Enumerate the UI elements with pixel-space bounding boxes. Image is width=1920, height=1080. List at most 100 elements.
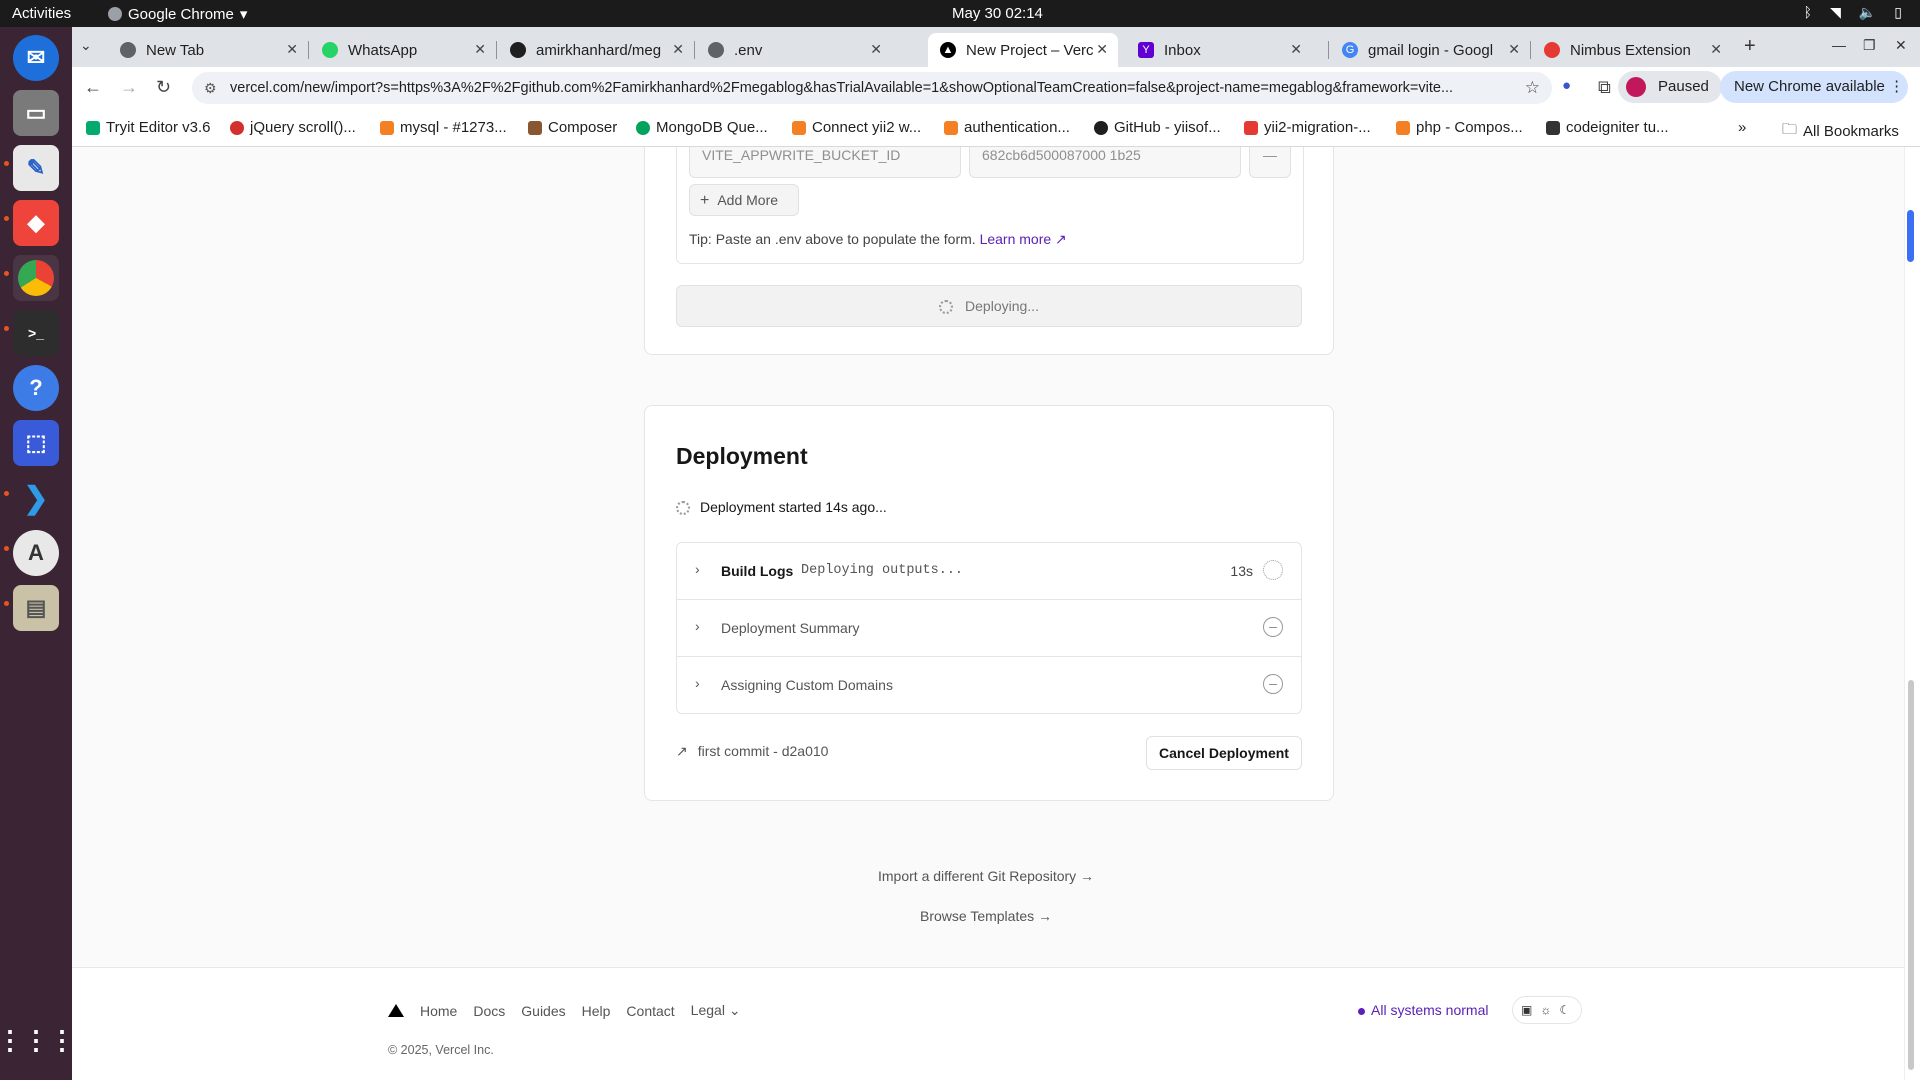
step-log: Deploying outputs... <box>801 563 964 578</box>
reload-icon[interactable]: ↻ <box>156 77 171 98</box>
more-icon: ⋮ <box>1889 78 1905 95</box>
tab-nimbus[interactable]: Nimbus Extension ✕ <box>1532 33 1732 67</box>
bookmark-item[interactable]: codeigniter tu... <box>1546 119 1669 136</box>
pending-icon: – <box>1263 674 1283 694</box>
show-apps-icon[interactable]: ⋮⋮⋮ <box>0 1017 75 1063</box>
new-chrome-available-button[interactable]: New Chrome available ⋮ <box>1720 71 1908 103</box>
commit-link[interactable]: ↗ first commit - d2a010 <box>676 743 828 760</box>
anydesk-icon[interactable]: ◆ <box>13 200 59 246</box>
tab-env[interactable]: .env ✕ <box>696 33 892 67</box>
learn-more-link[interactable]: Learn more ↗ <box>980 231 1067 247</box>
system-status-link[interactable]: All systems normal <box>1358 1002 1488 1018</box>
back-icon[interactable]: ← <box>84 77 102 98</box>
forward-icon[interactable]: → <box>120 77 138 98</box>
close-tab-icon[interactable]: ✕ <box>1710 41 1722 58</box>
step-deployment-summary[interactable]: › Deployment Summary – <box>677 600 1301 657</box>
close-window-icon[interactable]: ✕ <box>1895 37 1907 54</box>
status-dot-icon <box>1358 1007 1365 1015</box>
maximize-icon[interactable]: ❐ <box>1863 37 1876 54</box>
extensions-puzzle-icon[interactable]: ⧉ <box>1598 77 1611 98</box>
env-value-input[interactable]: 682cb6d500087000 1b25 <box>969 147 1241 178</box>
bookmark-item[interactable]: yii2-migration-... <box>1244 119 1371 136</box>
minimize-icon[interactable]: — <box>1832 37 1846 53</box>
bookmark-item[interactable]: php - Compos... <box>1396 119 1523 136</box>
bluetooth-icon: ᛒ <box>1803 4 1813 20</box>
close-tab-icon[interactable]: ✕ <box>1508 41 1520 58</box>
scrollbar-thumb[interactable] <box>1908 680 1914 1070</box>
archive-icon[interactable]: ▤ <box>13 585 59 631</box>
tab-search-icon[interactable]: ⌄ <box>80 37 92 54</box>
theme-switcher[interactable]: ▣ ☼ ☾ <box>1512 996 1582 1024</box>
bookmark-item[interactable]: Connect yii2 w... <box>792 119 921 136</box>
footer-link-help[interactable]: Help <box>582 1003 611 1019</box>
bookmark-star-icon[interactable]: ☆ <box>1525 72 1540 104</box>
browse-templates-link[interactable]: Browse Templates → <box>920 908 1052 924</box>
extension-icon[interactable]: ● <box>1562 77 1571 94</box>
system-theme-icon[interactable]: ▣ <box>1521 1003 1532 1017</box>
remove-env-button[interactable]: — <box>1249 147 1291 178</box>
all-bookmarks-button[interactable]: 🗀 All Bookmarks <box>1782 119 1899 144</box>
light-theme-icon[interactable]: ☼ <box>1540 1003 1551 1017</box>
bookmark-item[interactable]: mysql - #1273... <box>380 119 507 136</box>
bookmark-item[interactable]: Tryit Editor v3.6 <box>86 119 210 136</box>
tab-github[interactable]: amirkhanhard/meg ✕ <box>498 33 694 67</box>
chrome-dock-icon[interactable] <box>13 255 59 301</box>
close-tab-icon[interactable]: ✕ <box>1096 41 1108 58</box>
vscode-icon[interactable]: ❯ <box>13 475 59 521</box>
text-editor-icon[interactable]: ✎ <box>13 145 59 191</box>
import-different-repo-link[interactable]: Import a different Git Repository → <box>878 868 1094 884</box>
close-tab-icon[interactable]: ✕ <box>474 41 486 58</box>
dark-theme-icon[interactable]: ☾ <box>1559 1003 1570 1017</box>
step-name: Build Logs <box>721 563 794 579</box>
bookmark-item[interactable]: GitHub - yiisof... <box>1094 119 1221 136</box>
thunderbird-icon[interactable]: ✉ <box>13 35 59 81</box>
app-menu[interactable]: Google Chrome ▾ <box>108 5 247 23</box>
env-key-input[interactable]: VITE_APPWRITE_BUCKET_ID <box>689 147 961 178</box>
plus-icon: + <box>700 192 710 209</box>
chevron-right-icon: › <box>695 675 700 691</box>
files-icon[interactable]: ▭ <box>13 90 59 136</box>
tab-vercel-active[interactable]: ▲ New Project – Verc ✕ <box>928 33 1118 67</box>
clock[interactable]: May 30 02:14 <box>952 5 1043 22</box>
bookmark-item[interactable]: Composer <box>528 119 617 136</box>
vercel-logo-icon[interactable] <box>388 1004 404 1017</box>
close-tab-icon[interactable]: ✕ <box>1290 41 1302 58</box>
bookmark-item[interactable]: jQuery scroll()... <box>230 119 356 136</box>
footer-link-home[interactable]: Home <box>420 1003 457 1019</box>
tab-gmail-login[interactable]: Ggmail login - Googl ✕ <box>1330 33 1530 67</box>
tab-whatsapp[interactable]: WhatsApp ✕ <box>310 33 496 67</box>
footer-link-docs[interactable]: Docs <box>473 1003 505 1019</box>
step-custom-domains[interactable]: › Assigning Custom Domains – <box>677 657 1301 714</box>
close-tab-icon[interactable]: ✕ <box>286 41 298 58</box>
footer-link-guides[interactable]: Guides <box>521 1003 565 1019</box>
bookmark-favicon-icon <box>792 120 806 135</box>
app-center-icon[interactable]: A <box>13 530 59 576</box>
new-tab-icon[interactable]: + <box>1744 35 1756 58</box>
help-icon[interactable]: ? <box>13 365 59 411</box>
step-build-logs[interactable]: › Build Logs Deploying outputs... 13s <box>677 543 1301 600</box>
footer-link-contact[interactable]: Contact <box>626 1003 674 1019</box>
screenshot-icon[interactable]: ⬚ <box>13 420 59 466</box>
tab-new-tab[interactable]: New Tab ✕ <box>108 33 308 67</box>
close-tab-icon[interactable]: ✕ <box>870 41 882 58</box>
external-link-icon: ↗ <box>676 743 688 759</box>
cancel-deployment-button[interactable]: Cancel Deployment <box>1146 736 1302 770</box>
address-bar[interactable]: ⚙ vercel.com/new/import?s=https%3A%2F%2F… <box>192 72 1552 104</box>
bookmark-favicon-icon <box>1546 120 1560 135</box>
avatar <box>1626 77 1646 97</box>
system-tray[interactable]: ᛒ ◥ 🔈 ▯ <box>1804 4 1902 21</box>
more-bookmarks-icon[interactable]: » <box>1738 119 1746 136</box>
app-name: Google Chrome <box>128 5 234 23</box>
close-tab-icon[interactable]: ✕ <box>672 41 684 58</box>
add-more-button[interactable]: + Add More <box>689 184 799 216</box>
scroll-indicator[interactable] <box>1907 210 1914 262</box>
page-content: VITE_APPWRITE_BUCKET_ID 682cb6d500087000… <box>72 147 1904 1080</box>
terminal-icon[interactable]: >_ <box>13 310 59 356</box>
profile-paused-button[interactable]: Paused <box>1618 71 1722 103</box>
footer-link-legal[interactable]: Legal ⌄ <box>691 1002 741 1019</box>
bookmark-item[interactable]: authentication... <box>944 119 1070 136</box>
site-info-icon[interactable]: ⚙ <box>204 72 217 104</box>
bookmark-item[interactable]: MongoDB Que... <box>636 119 768 136</box>
tab-inbox[interactable]: Y Inbox ✕ <box>1126 33 1312 67</box>
activities-button[interactable]: Activities <box>12 5 71 22</box>
